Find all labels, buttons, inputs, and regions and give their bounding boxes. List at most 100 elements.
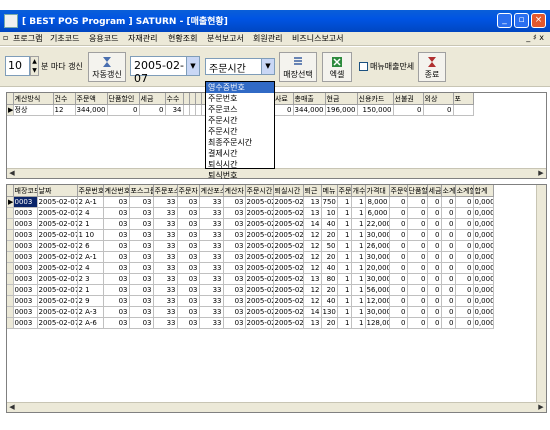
column-header[interactable]: 개수 [351,185,366,197]
scroll-left-icon[interactable]: ◀ [7,169,17,178]
dropdown-option[interactable]: 퇴식번호 [206,170,274,181]
date-select[interactable]: 2005-02-07 ▼ [130,56,200,85]
table-cell: 0 [455,306,474,318]
refresh-interval-input[interactable]: 10 [5,56,30,76]
menu-item-analysis[interactable]: 분석보고서 [207,33,244,44]
column-header[interactable]: 현금 [325,93,358,105]
menu-item-business-report[interactable]: 비즈니스보고서 [292,33,344,44]
chevron-down-icon[interactable]: ▼ [261,59,274,74]
sort-order-select[interactable]: 주문시간 ▼ [205,58,275,75]
column-header[interactable]: 단품할인 [107,93,140,105]
column-header[interactable]: 소계 [441,185,456,197]
table-row[interactable]: ▶00032005-02-072 A-10303330333032005-02-… [7,196,494,208]
detail-horizontal-scrollbar[interactable]: ◀ ▶ [7,402,546,412]
column-header[interactable]: 합계 [473,185,494,197]
mdi-window-controls[interactable]: _ ♯ x [526,33,544,42]
excel-button[interactable]: 엑셀 [322,52,352,82]
detail-vertical-scrollbar[interactable] [536,185,546,402]
column-header[interactable]: 선불권 [393,93,424,105]
menu-item-app-code[interactable]: 응용코드 [89,33,118,44]
column-header[interactable]: 계산자 [223,185,246,197]
table-row[interactable]: 00032005-02-072 A-60303330333032005-02-0… [7,317,494,329]
column-header[interactable]: 주문액 [389,185,408,197]
column-header[interactable]: 계산포스 [199,185,224,197]
dropdown-option[interactable]: 주문시간 [206,115,274,126]
table-row[interactable]: 00032005-02-072 40303330333032005-02-072… [7,207,494,219]
include-menu-sales-checkbox[interactable] [359,62,368,71]
column-header[interactable]: 외상 [423,93,454,105]
column-header[interactable]: 주문포스 [153,185,178,197]
menu-item-materials[interactable]: 자재관리 [128,33,157,44]
dropdown-option[interactable]: 주문시간 [206,126,274,137]
column-header[interactable]: 주문시간 [245,185,274,197]
table-row[interactable]: 00032005-02-072 10303330333032005-02-072… [7,284,494,296]
table-cell: 33 [199,284,224,296]
column-header[interactable]: 주문 [337,185,352,197]
table-cell: 0 [441,229,456,241]
store-select-button[interactable]: 매장선택 [279,52,317,82]
table-cell: 0003 [13,240,38,252]
dropdown-option[interactable]: 주문번호 [206,93,274,104]
summary-grid[interactable]: 계산방식건수주문액단품할인세금수수부가세봉사료총매출현금신용카드선불권외상포 ▶… [6,92,547,179]
table-cell: 33 [153,229,178,241]
column-header[interactable]: 메뉴 [321,185,338,197]
row-selector[interactable]: ▶ [7,196,14,208]
column-header[interactable]: 세금 [139,93,166,105]
table-row[interactable]: 00032005-02-072 40303330333032005-02-072… [7,262,494,274]
menu-item-members[interactable]: 회원관리 [253,33,282,44]
table-row[interactable]: 00032005-02-072 60303330333032005-02-072… [7,240,494,252]
column-header[interactable]: 퇴실시간 [273,185,304,197]
scroll-left-icon[interactable]: ◀ [7,403,17,412]
table-row[interactable]: 00032005-02-072 A-30303330333032005-02-0… [7,306,494,318]
store-select-label: 매장선택 [283,70,313,79]
menu-item-basic-code[interactable]: 기초코드 [50,33,79,44]
refresh-interval-spinner[interactable]: ▲ ▼ [30,56,39,76]
column-header[interactable]: 건수 [53,93,76,105]
column-header[interactable]: 수수 [165,93,184,105]
table-row[interactable]: 00032005-02-071 100303330333032005-02-07… [7,229,494,241]
title-bar[interactable]: [ BEST POS Program ] SATURN - [매출현황] _ ▫… [0,10,550,32]
minimize-button[interactable]: _ [497,13,512,28]
exit-button[interactable]: 종료 [418,52,446,82]
table-row[interactable]: 00032005-02-072 10303330333032005-02-072… [7,218,494,230]
column-header[interactable]: 주문액 [75,93,108,105]
table-row[interactable]: 00032005-02-072 A-10303330333032005-02-0… [7,251,494,263]
chevron-down-icon[interactable]: ▼ [186,57,199,75]
sort-order-dropdown-list[interactable]: 영수증번호 주문번호 주문코스 주문시간 주문시간 최종주문시간 결제시간 퇴식시간 퇴식번호 [205,81,275,180]
summary-horizontal-scrollbar[interactable]: ◀ ▶ [7,168,546,178]
column-header[interactable]: 세금 [427,185,442,197]
auto-refresh-button[interactable]: 자동갱신 [88,52,126,82]
menu-item-status[interactable]: 현황조회 [168,33,197,44]
column-header[interactable]: 주문번호 [77,185,104,197]
maximize-button[interactable]: ▫ [514,13,529,28]
dropdown-option[interactable]: 퇴식시간 [206,159,274,170]
row-selector[interactable]: ▶ [7,104,14,116]
table-cell: 33 [153,295,178,307]
table-cell: 0 [455,262,474,274]
column-header[interactable]: 매장코드 [13,185,38,197]
column-header[interactable]: 포 [453,93,474,105]
scroll-right-icon[interactable]: ▶ [536,403,546,412]
table-row[interactable]: 00032005-02-072 30303330333032005-02-072… [7,273,494,285]
scroll-right-icon[interactable]: ▶ [536,169,546,178]
column-header[interactable]: 가격대 [365,185,390,197]
dropdown-option[interactable]: 주문코스 [206,104,274,115]
dropdown-option[interactable]: 결제시간 [206,148,274,159]
column-header[interactable]: 소계할인 [455,185,474,197]
column-header[interactable]: 단품할인 [407,185,428,197]
menu-item-program[interactable]: 프로그램 [13,33,42,44]
close-button[interactable]: × [531,13,546,28]
detail-grid[interactable]: 매장코드날짜주문번호계산번호포스그룹주문포스주문자계산포스계산자주문시간퇴실시간… [6,184,547,413]
column-header[interactable]: 계산방식 [13,93,54,105]
dropdown-option[interactable]: 최종주문시간 [206,137,274,148]
column-header[interactable]: 퇴근 [303,185,322,197]
column-header[interactable]: 주문자 [177,185,200,197]
column-header[interactable]: 총매출 [293,93,326,105]
column-header[interactable]: 계산번호 [103,185,130,197]
table-cell: 2 A-3 [77,306,104,318]
table-row[interactable]: 00032005-02-072 90303330333032005-02-072… [7,295,494,307]
column-header[interactable]: 신용카드 [357,93,394,105]
dropdown-option[interactable]: 영수증번호 [206,82,274,93]
column-header[interactable]: 포스그룹 [129,185,154,197]
column-header[interactable]: 날짜 [37,185,78,197]
